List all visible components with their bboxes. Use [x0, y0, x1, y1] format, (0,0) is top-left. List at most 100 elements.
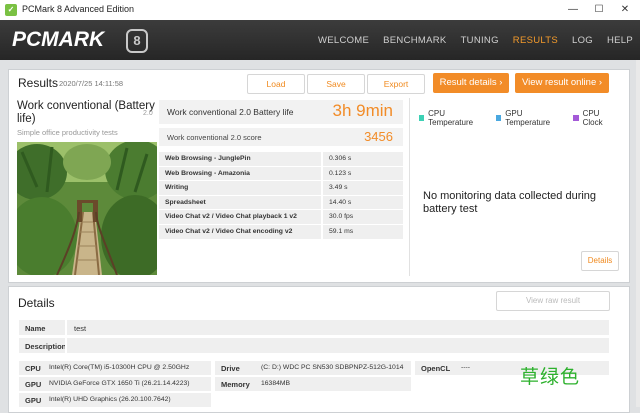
memory-value: 16384MB: [261, 380, 291, 387]
opencl-value: ----: [461, 364, 471, 371]
benchmark-info: Work conventional (Battery life) 2.0 Sim…: [17, 100, 157, 275]
subtest-name: Video Chat v2 / Video Chat encoding v2: [159, 224, 321, 240]
nav-log[interactable]: LOG: [572, 35, 593, 46]
subtest-row: Spreadsheet 14.40 s: [159, 195, 403, 211]
nav-welcome[interactable]: WELCOME: [318, 35, 369, 46]
watermark-text: 草绿色: [520, 366, 581, 388]
benchmark-version: 2.0: [143, 110, 153, 117]
legend-swatch: [419, 115, 425, 121]
nav-results[interactable]: RESULTS: [513, 35, 558, 46]
view-online-label: View result online: [521, 77, 597, 88]
battery-life-row: Work conventional 2.0 Battery life 3h 9m…: [159, 100, 403, 124]
subtest-value: 14.40 s: [323, 195, 403, 211]
memory-label: Memory: [221, 380, 250, 389]
benchmark-name: Work conventional (Battery life): [17, 100, 155, 125]
results-panel: Results 2020/7/25 14:11:58 Load Save Exp…: [8, 69, 630, 283]
legend-gpu-temperature[interactable]: GPU Temperature: [496, 109, 560, 127]
battery-life-value: 3h 9min: [332, 101, 393, 120]
legend-cpu-clock[interactable]: CPU Clock: [573, 109, 616, 127]
subtest-list: Web Browsing - JunglePin 0.306 s Web Brow…: [159, 152, 403, 240]
subtest-row: Writing 3.49 s: [159, 181, 403, 196]
cpu-row: CPU Intel(R) Core(TM) i5-10300H CPU @ 2.…: [19, 361, 211, 375]
nav-help[interactable]: HELP: [607, 35, 633, 46]
legend-label: CPU Temperature: [428, 109, 474, 127]
chevron-right-icon: ›: [499, 77, 503, 88]
view-raw-result-button[interactable]: View raw result: [496, 291, 610, 311]
score-value: 3456: [364, 129, 393, 144]
nav-tuning[interactable]: TUNING: [461, 35, 499, 46]
view-result-online-button[interactable]: View result online ›: [515, 73, 609, 93]
legend-swatch: [573, 115, 579, 121]
subtest-value: 0.306 s: [323, 152, 403, 167]
benchmark-description: Simple office productivity tests: [17, 128, 118, 137]
subtest-name: Web Browsing - JunglePin: [159, 152, 321, 167]
subtest-value: 0.123 s: [323, 166, 403, 182]
subtest-name: Video Chat v2 / Video Chat playback 1 v2: [159, 210, 321, 225]
name-value: test: [74, 324, 87, 333]
divider: [65, 338, 67, 353]
memory-row: Memory 16384MB: [215, 377, 411, 391]
maximize-button[interactable]: ☐: [586, 0, 612, 20]
subtest-name: Web Browsing - Amazonia: [159, 166, 321, 182]
column-divider: [409, 98, 410, 276]
legend-cpu-temperature[interactable]: CPU Temperature: [419, 109, 483, 127]
cpu-label: CPU: [25, 364, 41, 373]
results-header: Results 2020/7/25 14:11:58 Load Save Exp…: [9, 70, 629, 96]
gpu-label: GPU: [25, 396, 42, 405]
description-label: Description: [25, 342, 67, 351]
subtest-value: 30.0 fps: [323, 210, 403, 225]
name-label: Name: [25, 324, 46, 333]
score-label: Work conventional 2.0 score: [167, 133, 262, 142]
divider: [65, 320, 67, 335]
subtest-value: 3.49 s: [323, 181, 403, 196]
result-details-label: Result details: [439, 77, 497, 88]
gpu-row: GPU NVIDIA GeForce GTX 1650 Ti (26.21.14…: [19, 377, 211, 391]
legend-swatch: [496, 115, 502, 121]
result-details-button[interactable]: Result details ›: [433, 73, 509, 93]
close-button[interactable]: ✕: [612, 0, 638, 20]
subtest-row: Web Browsing - Amazonia 0.123 s: [159, 166, 403, 182]
subtest-row: Web Browsing - JunglePin 0.306 s: [159, 152, 403, 167]
legend-label: CPU Clock: [582, 109, 603, 127]
no-monitoring-data-message: No monitoring data collected during batt…: [423, 190, 597, 215]
details-panel: Details View raw result Name test Descri…: [8, 286, 630, 413]
scrollbar[interactable]: [636, 60, 640, 407]
app-header: PCMARK 8 WELCOME BENCHMARK TUNING RESULT…: [0, 20, 640, 60]
load-button[interactable]: Load: [247, 74, 305, 94]
save-button[interactable]: Save: [307, 74, 365, 94]
logo-text: PCMARK: [12, 28, 105, 51]
drive-row: Drive (C: D:) WDC PC SN530 SDBPNPZ-512G-…: [215, 361, 411, 375]
subtest-row: Video Chat v2 / Video Chat encoding v2 59…: [159, 224, 403, 240]
results-date: 2020/7/25 14:11:58: [59, 79, 124, 88]
drive-label: Drive: [221, 364, 240, 373]
subtest-value: 59.1 ms: [323, 224, 403, 240]
results-title: Results: [18, 76, 59, 90]
subtest-row: Video Chat v2 / Video Chat playback 1 v2…: [159, 210, 403, 225]
name-row: Name test: [19, 320, 609, 335]
subtest-name: Writing: [159, 181, 321, 196]
subtest-name: Spreadsheet: [159, 195, 321, 211]
legend-label: GPU Temperature: [505, 109, 551, 127]
gpu-value: Intel(R) UHD Graphics (26.20.100.7642): [49, 396, 171, 403]
gpu-row: GPU Intel(R) UHD Graphics (26.20.100.764…: [19, 393, 211, 407]
opencl-label: OpenCL: [421, 364, 451, 373]
gpu-label: GPU: [25, 380, 42, 389]
main-nav: WELCOME BENCHMARK TUNING RESULTS LOG HEL…: [311, 20, 640, 60]
benchmark-image: [17, 142, 157, 275]
logo-version-badge: 8: [126, 29, 148, 53]
nav-benchmark[interactable]: BENCHMARK: [383, 35, 446, 46]
battery-life-label: Work conventional 2.0 Battery life: [167, 107, 294, 117]
monitoring-details-button[interactable]: Details: [581, 251, 619, 271]
description-row: Description: [19, 338, 609, 353]
pcmark-app-icon: ✓: [5, 4, 17, 16]
score-row: Work conventional 2.0 score 3456: [159, 128, 403, 146]
monitoring-legend: CPU Temperature GPU Temperature CPU Cloc…: [419, 109, 629, 127]
drive-value: (C: D:) WDC PC SN530 SDBPNPZ-512G-1014: [261, 364, 404, 371]
window-titlebar: ✓ PCMark 8 Advanced Edition — ☐ ✕: [0, 0, 640, 21]
chevron-right-icon: ›: [598, 77, 603, 88]
minimize-button[interactable]: —: [560, 0, 586, 20]
export-button[interactable]: Export: [367, 74, 425, 94]
gpu-value: NVIDIA GeForce GTX 1650 Ti (26.21.14.422…: [49, 380, 190, 387]
details-title: Details: [18, 296, 55, 310]
cpu-value: Intel(R) Core(TM) i5-10300H CPU @ 2.50GH…: [49, 364, 190, 371]
